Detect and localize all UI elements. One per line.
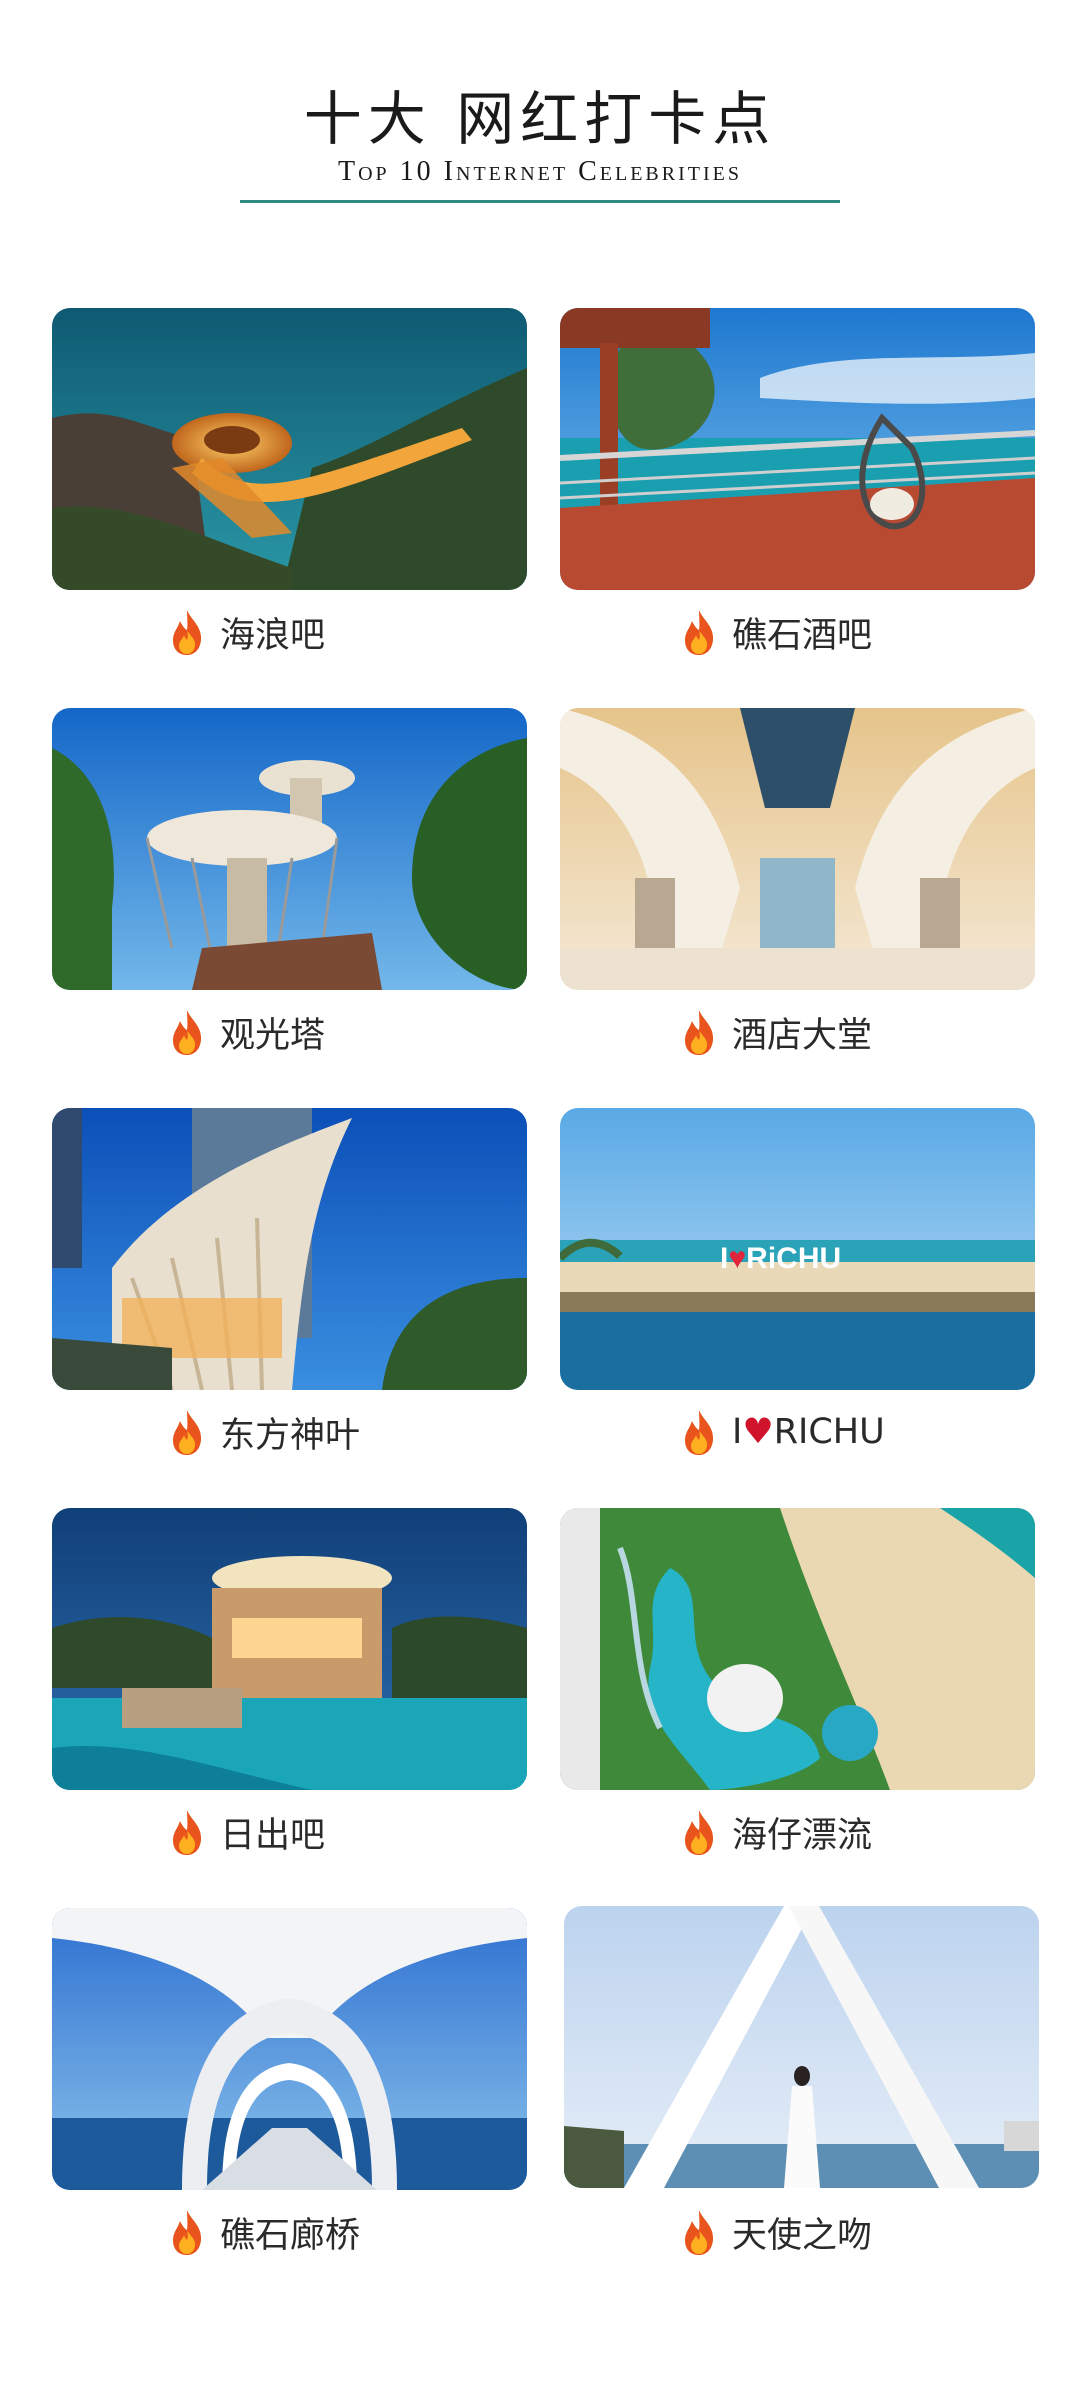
fire-icon [680, 2208, 718, 2256]
fire-icon [168, 1008, 206, 1056]
fire-icon [680, 1008, 718, 1056]
fire-icon [680, 608, 718, 656]
photo-card-i-love-richu[interactable]: I♥RiCHU [560, 1108, 1035, 1390]
photo-card-reef-bridge[interactable] [52, 1908, 527, 2190]
spot-label-reef-bar: 礁石酒吧 [680, 602, 872, 662]
fire-icon [168, 608, 206, 656]
spot-name: 礁石酒吧 [732, 615, 873, 656]
fire-icon [168, 2208, 206, 2256]
spot-name: 礁石廊桥 [220, 2215, 361, 2256]
fire-icon [680, 1808, 718, 1856]
photo-card-hotel-lobby[interactable] [560, 708, 1035, 990]
spot-name: 海浪吧 [220, 615, 326, 656]
photo-reef-bridge [52, 1908, 527, 2190]
heart-icon: ♥ [742, 1412, 774, 1452]
spot-label-i-love-richu: I♥RICHU [680, 1402, 885, 1462]
spot-name: 观光塔 [220, 1015, 326, 1056]
page-title: 十大 网红打卡点 [303, 85, 777, 153]
spot-name: 海仔漂流 [732, 1815, 873, 1856]
spot-label-hotel-lobby: 酒店大堂 [680, 1002, 872, 1062]
photo-sightseeing-tower [52, 708, 527, 990]
fire-icon [168, 1408, 206, 1456]
spot-name: 天使之吻 [732, 2215, 873, 2256]
spot-name: 酒店大堂 [732, 1015, 873, 1056]
photo-card-sunrise-bar[interactable] [52, 1508, 527, 1790]
photo-oriental-leaf [52, 1108, 527, 1390]
title-underline [240, 200, 840, 203]
photo-sunrise-bar [52, 1508, 527, 1790]
photo-angel-kiss [564, 1906, 1039, 2188]
photo-card-haizai-drifting[interactable] [560, 1508, 1035, 1790]
spot-label-wave-bar: 海浪吧 [168, 602, 325, 662]
photo-reef-bar [560, 308, 1035, 590]
spot-label-sightseeing-tower: 观光塔 [168, 1002, 325, 1062]
spot-label-sunrise-bar: 日出吧 [168, 1802, 325, 1862]
spot-label-haizai-drifting: 海仔漂流 [680, 1802, 872, 1862]
fire-icon [680, 1408, 718, 1456]
spot-label-oriental-leaf: 东方神叶 [168, 1402, 360, 1462]
spot-name: 东方神叶 [220, 1415, 361, 1456]
photo-card-reef-bar[interactable] [560, 308, 1035, 590]
photo-wave-bar [52, 308, 527, 590]
photo-card-oriental-leaf[interactable] [52, 1108, 527, 1390]
header: 十大 网红打卡点 Top 10 Internet Celebrities [0, 0, 1080, 210]
spot-label-angel-kiss: 天使之吻 [680, 2202, 872, 2262]
photo-card-wave-bar[interactable] [52, 308, 527, 590]
spot-name: I♥RICHU [732, 1412, 885, 1452]
spot-label-reef-bridge: 礁石廊桥 [168, 2202, 360, 2262]
photo-haizai-drifting [560, 1508, 1035, 1790]
photo-hotel-lobby [560, 708, 1035, 990]
spot-name: 日出吧 [220, 1815, 326, 1856]
photo-card-angel-kiss[interactable] [564, 1906, 1039, 2188]
fire-icon [168, 1808, 206, 1856]
photo-i-love-richu: I♥RiCHU [560, 1108, 1035, 1390]
page-subtitle: Top 10 Internet Celebrities [338, 156, 742, 187]
photo-card-sightseeing-tower[interactable] [52, 708, 527, 990]
beach-sign-text: I♥RiCHU [720, 1242, 841, 1275]
